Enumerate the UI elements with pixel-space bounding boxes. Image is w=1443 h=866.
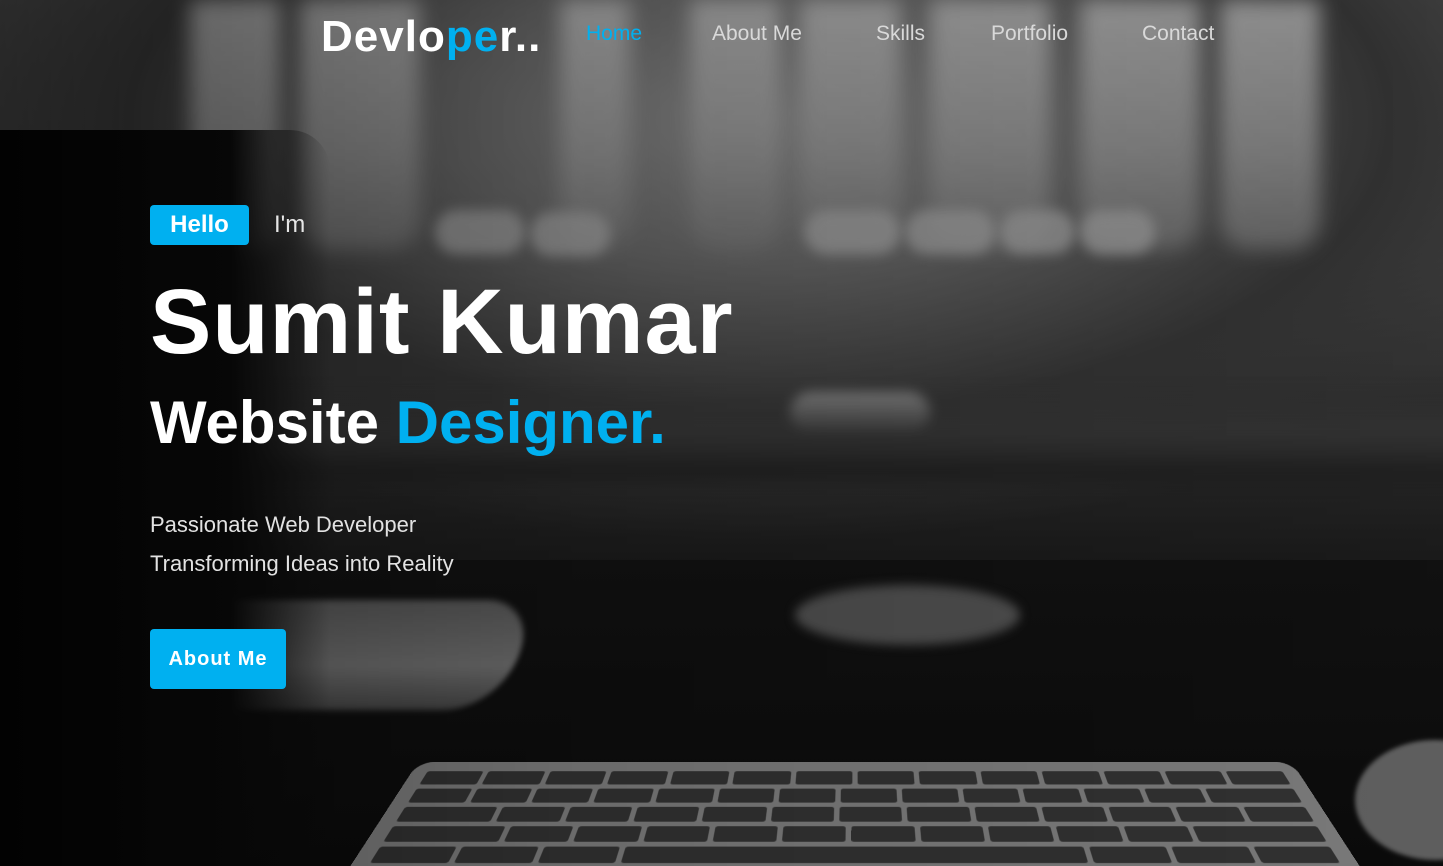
role-highlight: Designer. bbox=[395, 389, 666, 456]
role-prefix: Website bbox=[150, 389, 379, 456]
greeting-row: Hello I'm bbox=[150, 205, 305, 245]
nav-link-contact[interactable]: Contact bbox=[1142, 22, 1214, 46]
site-logo[interactable]: Devloper.. bbox=[321, 12, 541, 62]
about-me-button[interactable]: About Me bbox=[150, 629, 286, 689]
hero-name: Sumit Kumar bbox=[150, 271, 734, 373]
logo-text-accent: pe bbox=[445, 12, 500, 61]
nav-link-skills[interactable]: Skills bbox=[876, 22, 991, 46]
nav-link-portfolio[interactable]: Portfolio bbox=[991, 22, 1142, 46]
tagline-line: Transforming Ideas into Reality bbox=[150, 551, 454, 576]
tagline-line: Passionate Web Developer bbox=[150, 512, 417, 537]
hero-role: Website Designer. bbox=[150, 388, 666, 457]
logo-text-part3: r.. bbox=[499, 12, 542, 61]
hero-section: Hello I'm Sumit Kumar Website Designer. … bbox=[150, 205, 733, 689]
logo-text-part1: Devlo bbox=[321, 12, 446, 61]
main-nav: Home About Me Skills Portfolio Contact bbox=[586, 22, 1214, 46]
hero-tagline: Passionate Web Developer Transforming Id… bbox=[150, 505, 454, 583]
site-header: Devloper.. Home About Me Skills Portfoli… bbox=[0, 0, 1443, 74]
greeting-suffix: I'm bbox=[274, 211, 306, 238]
nav-link-home[interactable]: Home bbox=[586, 22, 712, 46]
hello-badge: Hello bbox=[150, 205, 249, 245]
nav-link-about-me[interactable]: About Me bbox=[712, 22, 876, 46]
